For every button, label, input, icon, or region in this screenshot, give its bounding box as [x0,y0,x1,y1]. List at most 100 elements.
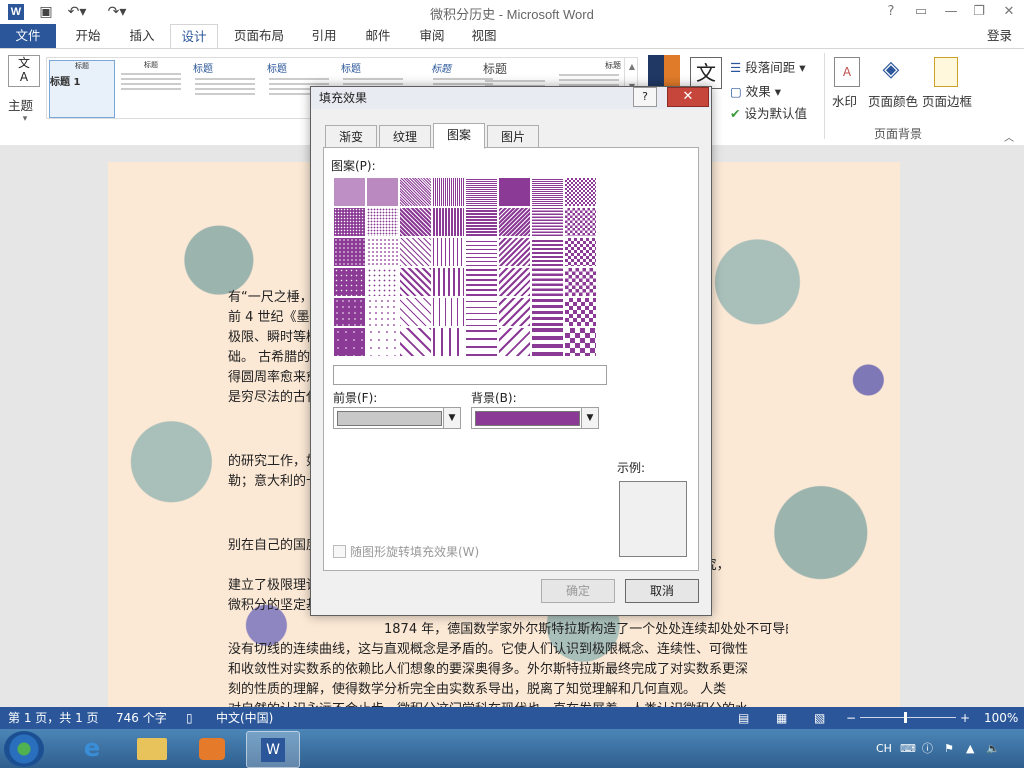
tray-expand-icon[interactable]: ▲ [966,729,974,768]
pattern-swatch[interactable] [498,177,531,207]
pattern-swatch[interactable] [333,177,366,207]
pattern-swatch[interactable] [531,327,564,357]
login-link[interactable]: 登录 [987,24,1012,48]
pattern-swatch[interactable] [564,237,597,267]
minimize-icon[interactable]: — [938,2,964,22]
tab-home[interactable]: 开始 [66,24,110,48]
start-button-icon[interactable] [4,731,44,767]
pattern-swatch[interactable] [465,297,498,327]
pattern-swatch[interactable] [333,237,366,267]
tab-mailings[interactable]: 邮件 [356,24,400,48]
proofing-icon[interactable]: ▯ [186,707,193,729]
pattern-swatch[interactable] [432,177,465,207]
theme-button[interactable]: 文A 主题 ▾ [8,55,42,135]
pattern-swatch[interactable] [366,297,399,327]
watermark-button[interactable]: 水印 [832,91,857,110]
pattern-swatch[interactable] [333,267,366,297]
pattern-swatch[interactable] [465,237,498,267]
tab-review[interactable]: 审阅 [410,24,454,48]
keyboard-icon[interactable]: ⌨ [900,729,916,768]
pattern-swatch[interactable] [564,177,597,207]
pattern-swatch[interactable] [399,207,432,237]
colors-icon[interactable] [648,55,680,87]
language-indicator[interactable]: 中文(中国) [216,707,273,729]
pattern-swatch[interactable] [366,267,399,297]
explorer-icon[interactable] [126,731,178,766]
chevron-down-icon[interactable]: ▼ [581,408,598,428]
pattern-swatch[interactable] [399,297,432,327]
tab-pattern[interactable]: 图案 [433,123,485,149]
zoom-level[interactable]: 100% [984,707,1018,729]
rotate-with-shape-checkbox[interactable]: 随图形旋转填充效果(W) [333,543,479,560]
dialog-help-button[interactable]: ? [633,87,657,107]
zoom-in-icon[interactable]: + [960,707,970,729]
pattern-swatch[interactable] [465,177,498,207]
cancel-button[interactable]: 取消 [625,579,699,603]
pattern-swatch[interactable] [498,297,531,327]
tab-gradient[interactable]: 渐变 [325,125,377,149]
pattern-swatch[interactable] [432,267,465,297]
effects-button[interactable]: ▢ 效果 ▾ [730,81,781,100]
pattern-swatch[interactable] [432,327,465,357]
pattern-swatch[interactable] [399,267,432,297]
pattern-swatch[interactable] [333,297,366,327]
fonts-icon[interactable]: 文 [690,57,722,89]
ok-button[interactable]: 确定 [541,579,615,603]
pattern-swatch[interactable] [564,327,597,357]
pattern-swatch[interactable] [564,207,597,237]
pattern-swatch[interactable] [366,207,399,237]
tab-insert[interactable]: 插入 [120,24,164,48]
pattern-swatch[interactable] [531,237,564,267]
zoom-out-icon[interactable]: − [846,707,856,729]
checkbox-box[interactable] [333,545,346,558]
chevron-down-icon[interactable]: ▼ [443,408,460,428]
dialog-close-button[interactable]: ✕ [667,87,709,107]
pattern-swatch[interactable] [531,207,564,237]
pattern-swatch[interactable] [432,207,465,237]
tab-picture[interactable]: 图片 [487,125,539,149]
pattern-swatch[interactable] [432,297,465,327]
pattern-swatch[interactable] [366,237,399,267]
volume-icon[interactable]: 🔈 [986,729,1000,768]
foreground-color-dropdown[interactable]: ▼ [333,407,461,429]
zoom-slider-thumb[interactable] [904,712,907,723]
pattern-swatch[interactable] [531,297,564,327]
ribbon-display-icon[interactable]: ▭ [908,2,934,22]
tab-texture[interactable]: 纹理 [379,125,431,149]
tab-file[interactable]: 文件 [0,24,56,48]
pattern-swatch[interactable] [399,177,432,207]
tab-references[interactable]: 引用 [302,24,346,48]
zoom-slider[interactable] [860,717,956,718]
maximize-icon[interactable]: ❐ [966,2,992,22]
pattern-swatch[interactable] [531,177,564,207]
flag-icon[interactable]: ⚑ [944,729,954,768]
style-set-item[interactable]: 标题 标题 1 [49,60,115,118]
style-set-item[interactable]: 标题 [119,60,183,116]
pattern-swatch[interactable] [333,327,366,357]
pattern-swatch[interactable] [432,237,465,267]
help-icon[interactable]: ⓘ [922,729,933,768]
help-icon[interactable]: ? [878,2,904,22]
pattern-swatch[interactable] [498,267,531,297]
pattern-swatch[interactable] [333,207,366,237]
pattern-swatch[interactable] [498,237,531,267]
pattern-swatch[interactable] [366,177,399,207]
pattern-swatch[interactable] [564,297,597,327]
collapse-ribbon-icon[interactable]: ︿ [1004,129,1014,144]
page-color-button[interactable]: 页面颜色 [868,91,918,110]
media-player-icon[interactable] [186,731,238,766]
close-icon[interactable]: ✕ [996,2,1022,22]
pattern-swatch[interactable] [465,267,498,297]
tab-layout[interactable]: 页面布局 [226,24,292,48]
pattern-swatch[interactable] [498,327,531,357]
paragraph-spacing-button[interactable]: ☰ 段落间距 ▾ [730,57,805,76]
pattern-swatch[interactable] [399,237,432,267]
word-taskbar-icon[interactable]: W [246,731,300,768]
tab-design[interactable]: 设计 [170,24,218,48]
word-count[interactable]: 746 个字 [116,707,167,729]
tab-view[interactable]: 视图 [462,24,506,48]
ie-icon[interactable]: e [66,731,118,766]
pattern-swatch[interactable] [531,267,564,297]
read-mode-icon[interactable]: ▤ [738,707,749,729]
style-set-item[interactable]: 标题 [193,60,257,116]
